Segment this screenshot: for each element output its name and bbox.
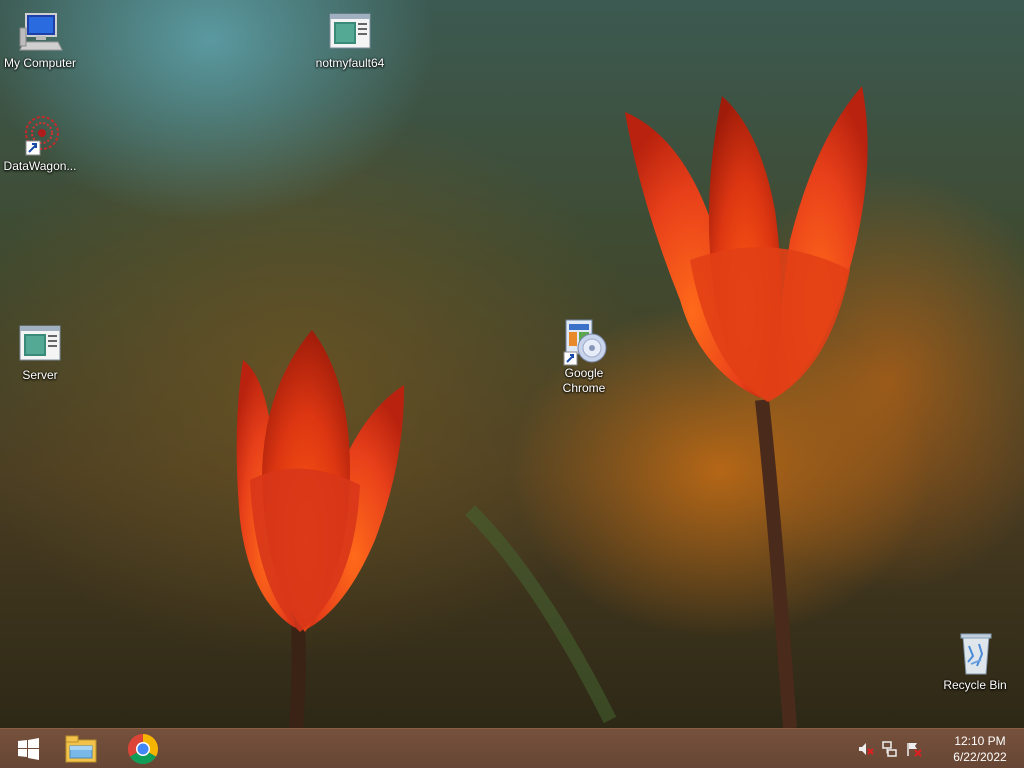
clock-time: 12:10 PM: [954, 734, 1006, 748]
desktop-icon-google-chrome[interactable]: Google Chrome: [544, 318, 624, 396]
desktop-icon-datawagon[interactable]: DataWagon...: [0, 113, 80, 174]
start-button[interactable]: [0, 729, 56, 769]
taskbar: 12:10 PM 6/22/2022: [0, 728, 1024, 768]
desktop-icon-label: notmyfault64: [315, 56, 385, 70]
network-icon[interactable]: [882, 741, 898, 757]
desktop-icon-label: Recycle Bin: [943, 678, 1007, 692]
wallpaper-image: [236, 86, 868, 728]
datawagon-shortcut-icon: [16, 113, 64, 157]
desktop-icon-server[interactable]: Server: [0, 322, 80, 383]
windows-logo-icon: [18, 738, 39, 760]
desktop-icon-label: Google Chrome: [562, 366, 606, 395]
desktop-icon-label: Server: [22, 368, 58, 382]
installer-cd-shortcut-icon: [560, 318, 608, 366]
clock[interactable]: 12:10 PM 6/22/2022: [948, 733, 1012, 765]
desktop-icon-label: My Computer: [3, 56, 77, 70]
file-explorer-icon: [65, 735, 97, 763]
taskbar-chrome-button[interactable]: [116, 729, 170, 769]
desktop-icon-notmyfault64[interactable]: notmyfault64: [310, 10, 390, 71]
taskbar-file-explorer-button[interactable]: [54, 729, 108, 769]
desktop-icon-label: DataWagon...: [3, 159, 77, 173]
clock-date: 6/22/2022: [953, 750, 1007, 764]
recycle-bin-icon: [951, 632, 999, 676]
computer-icon: [16, 10, 64, 54]
application-window-icon: [326, 10, 374, 54]
desktop[interactable]: My Computer notmyfault64 DataWagon... Se…: [0, 0, 1024, 728]
system-tray: 12:10 PM 6/22/2022: [854, 729, 1024, 769]
action-center-flag-icon[interactable]: [906, 741, 922, 757]
application-window-icon: [16, 322, 64, 366]
chrome-icon: [127, 734, 159, 765]
desktop-icon-recycle-bin[interactable]: Recycle Bin: [935, 632, 1015, 693]
desktop-icon-my-computer[interactable]: My Computer: [0, 10, 80, 71]
speaker-muted-icon[interactable]: [858, 741, 874, 757]
